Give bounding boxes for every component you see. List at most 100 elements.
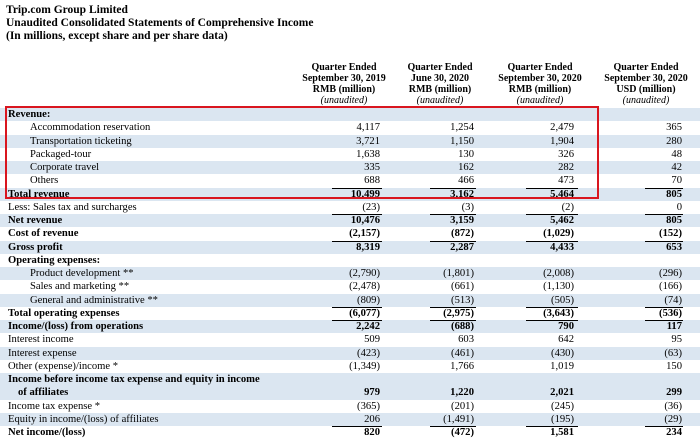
col-header-unaudited: (unaudited)	[512, 95, 568, 107]
row-value: (201)	[451, 400, 474, 412]
row-value: (2,157)	[349, 228, 380, 240]
row-value: 10,476	[350, 215, 380, 226]
subtotal-rule	[430, 426, 476, 427]
row-value: 2,479	[550, 122, 574, 134]
gross-profit-row: Gross profit 8,319 2,287 4,433 653	[0, 240, 700, 254]
col-header-unaudited: (unaudited)	[622, 95, 670, 106]
row-value: 688	[364, 175, 380, 187]
row-label: Net income/(loss)	[8, 427, 86, 438]
row-value: 805	[666, 188, 682, 200]
row-label: of affiliates	[18, 387, 69, 399]
subtotal-rule	[645, 320, 683, 321]
row-label: Corporate travel	[30, 162, 100, 173]
row-value: (23)	[362, 201, 380, 213]
row-value: (536)	[659, 307, 682, 319]
row-value: 1,904	[550, 135, 574, 147]
row-label: Accommodation reservation	[30, 122, 151, 134]
row-value: 466	[458, 175, 474, 187]
row-label: Equity in income/(loss) of affiliates	[8, 413, 159, 425]
row-label: Others	[30, 175, 59, 187]
row-value: (3)	[461, 201, 474, 213]
subtotal-rule	[645, 426, 683, 427]
row-label: Net revenue	[8, 215, 63, 226]
subtotal-rule	[526, 187, 578, 189]
interest-income-row: Interest income 509 603 642 95	[0, 333, 700, 346]
row-value: 1,581	[550, 427, 574, 438]
column-headers: Quarter Ended September 30, 2019 RMB (mi…	[0, 62, 700, 107]
row-label: Income before income tax expense and equ…	[8, 374, 260, 385]
row-value: (195)	[551, 413, 574, 425]
transportation-row: Transportation ticketing 3,721 1,150 1,904 2…	[0, 134, 700, 148]
row-value: 150	[666, 360, 682, 372]
net-income-row: Net income/(loss) 820 (472) 1,581 234	[0, 426, 700, 439]
row-value: 10,499	[350, 188, 380, 200]
row-value: 4,117	[356, 122, 380, 134]
subtotal-rule	[526, 214, 578, 215]
row-value: (245)	[551, 400, 574, 412]
subtotal-rule	[430, 214, 476, 215]
row-value: 790	[558, 321, 574, 332]
row-value: (2,975)	[443, 307, 474, 319]
row-value: (1,349)	[349, 360, 380, 372]
row-value: 1,254	[450, 122, 474, 134]
row-value: 1,019	[550, 360, 574, 372]
row-value: (472)	[451, 427, 474, 438]
subtotal-rule	[332, 306, 382, 308]
revenue-heading: Revenue:	[0, 108, 700, 122]
subtotal-rule	[332, 426, 382, 427]
row-value: (36)	[664, 400, 682, 412]
row-label: Other (expense)/income *	[8, 360, 119, 372]
row-value: (461)	[451, 347, 474, 359]
row-value: 805	[666, 215, 682, 226]
row-value: (2,008)	[543, 268, 574, 279]
row-value: 642	[558, 334, 574, 346]
row-value: 0	[676, 201, 682, 213]
equity-in-income-row: Equity in income/(loss) of affiliates 206…	[0, 412, 700, 426]
row-label: Product development **	[30, 268, 134, 279]
row-value: 42	[671, 162, 682, 173]
row-value: 5,464	[550, 188, 574, 200]
col-header-line: USD (million)	[616, 84, 676, 95]
row-value: 2,021	[550, 387, 574, 399]
cost-of-revenue-row: Cost of revenue (2,157) (872) (1,029) (152)	[0, 227, 700, 240]
row-value: 280	[666, 135, 682, 147]
subtotal-rule	[430, 240, 476, 242]
row-label: Revenue:	[8, 109, 51, 120]
subtotal-rule	[332, 187, 382, 189]
general-admin-row: General and administrative ** (809) (513) (…	[0, 293, 700, 307]
subtotal-rule	[332, 214, 382, 215]
subtotal-rule	[332, 240, 382, 242]
row-value: 326	[558, 148, 574, 160]
subtotal-rule	[645, 240, 683, 242]
row-value: 8,319	[356, 241, 380, 253]
subtotal-rule	[645, 306, 683, 308]
row-value: (513)	[451, 294, 474, 306]
row-value: 4,433	[550, 241, 574, 253]
row-value: 820	[364, 427, 380, 438]
row-value: 48	[671, 148, 682, 160]
row-label: Packaged-tour	[30, 148, 92, 160]
row-value: 206	[364, 413, 380, 425]
packaged-tour-row: Packaged-tour 1,638 130 326 48	[0, 148, 700, 161]
sales-tax-row: Less: Sales tax and surcharges (23) (3) (2)…	[0, 201, 700, 214]
row-label: Gross profit	[8, 241, 63, 253]
row-value: (1,029)	[543, 228, 574, 240]
row-value: 2,242	[356, 321, 380, 332]
row-value: (809)	[357, 294, 380, 306]
row-value: 3,162	[450, 188, 474, 200]
row-value: (1,801)	[443, 268, 474, 279]
row-value: 365	[666, 122, 682, 134]
col-header-line: September 30, 2020	[498, 73, 582, 84]
row-value: (2,478)	[349, 281, 380, 293]
col-header-line: Quarter Ended	[507, 62, 573, 73]
subtotal-rule	[526, 320, 578, 321]
operating-expenses-heading: Operating expenses:	[0, 254, 700, 267]
interest-expense-row: Interest expense (423) (461) (430) (63)	[0, 346, 700, 360]
row-label: General and administrative **	[30, 294, 158, 306]
row-label: Income tax expense *	[8, 400, 101, 412]
row-value: 335	[364, 162, 380, 173]
row-value: (430)	[551, 347, 574, 359]
row-value: (29)	[664, 413, 682, 425]
row-label: Interest income	[8, 334, 74, 346]
subtotal-rule	[526, 306, 578, 308]
